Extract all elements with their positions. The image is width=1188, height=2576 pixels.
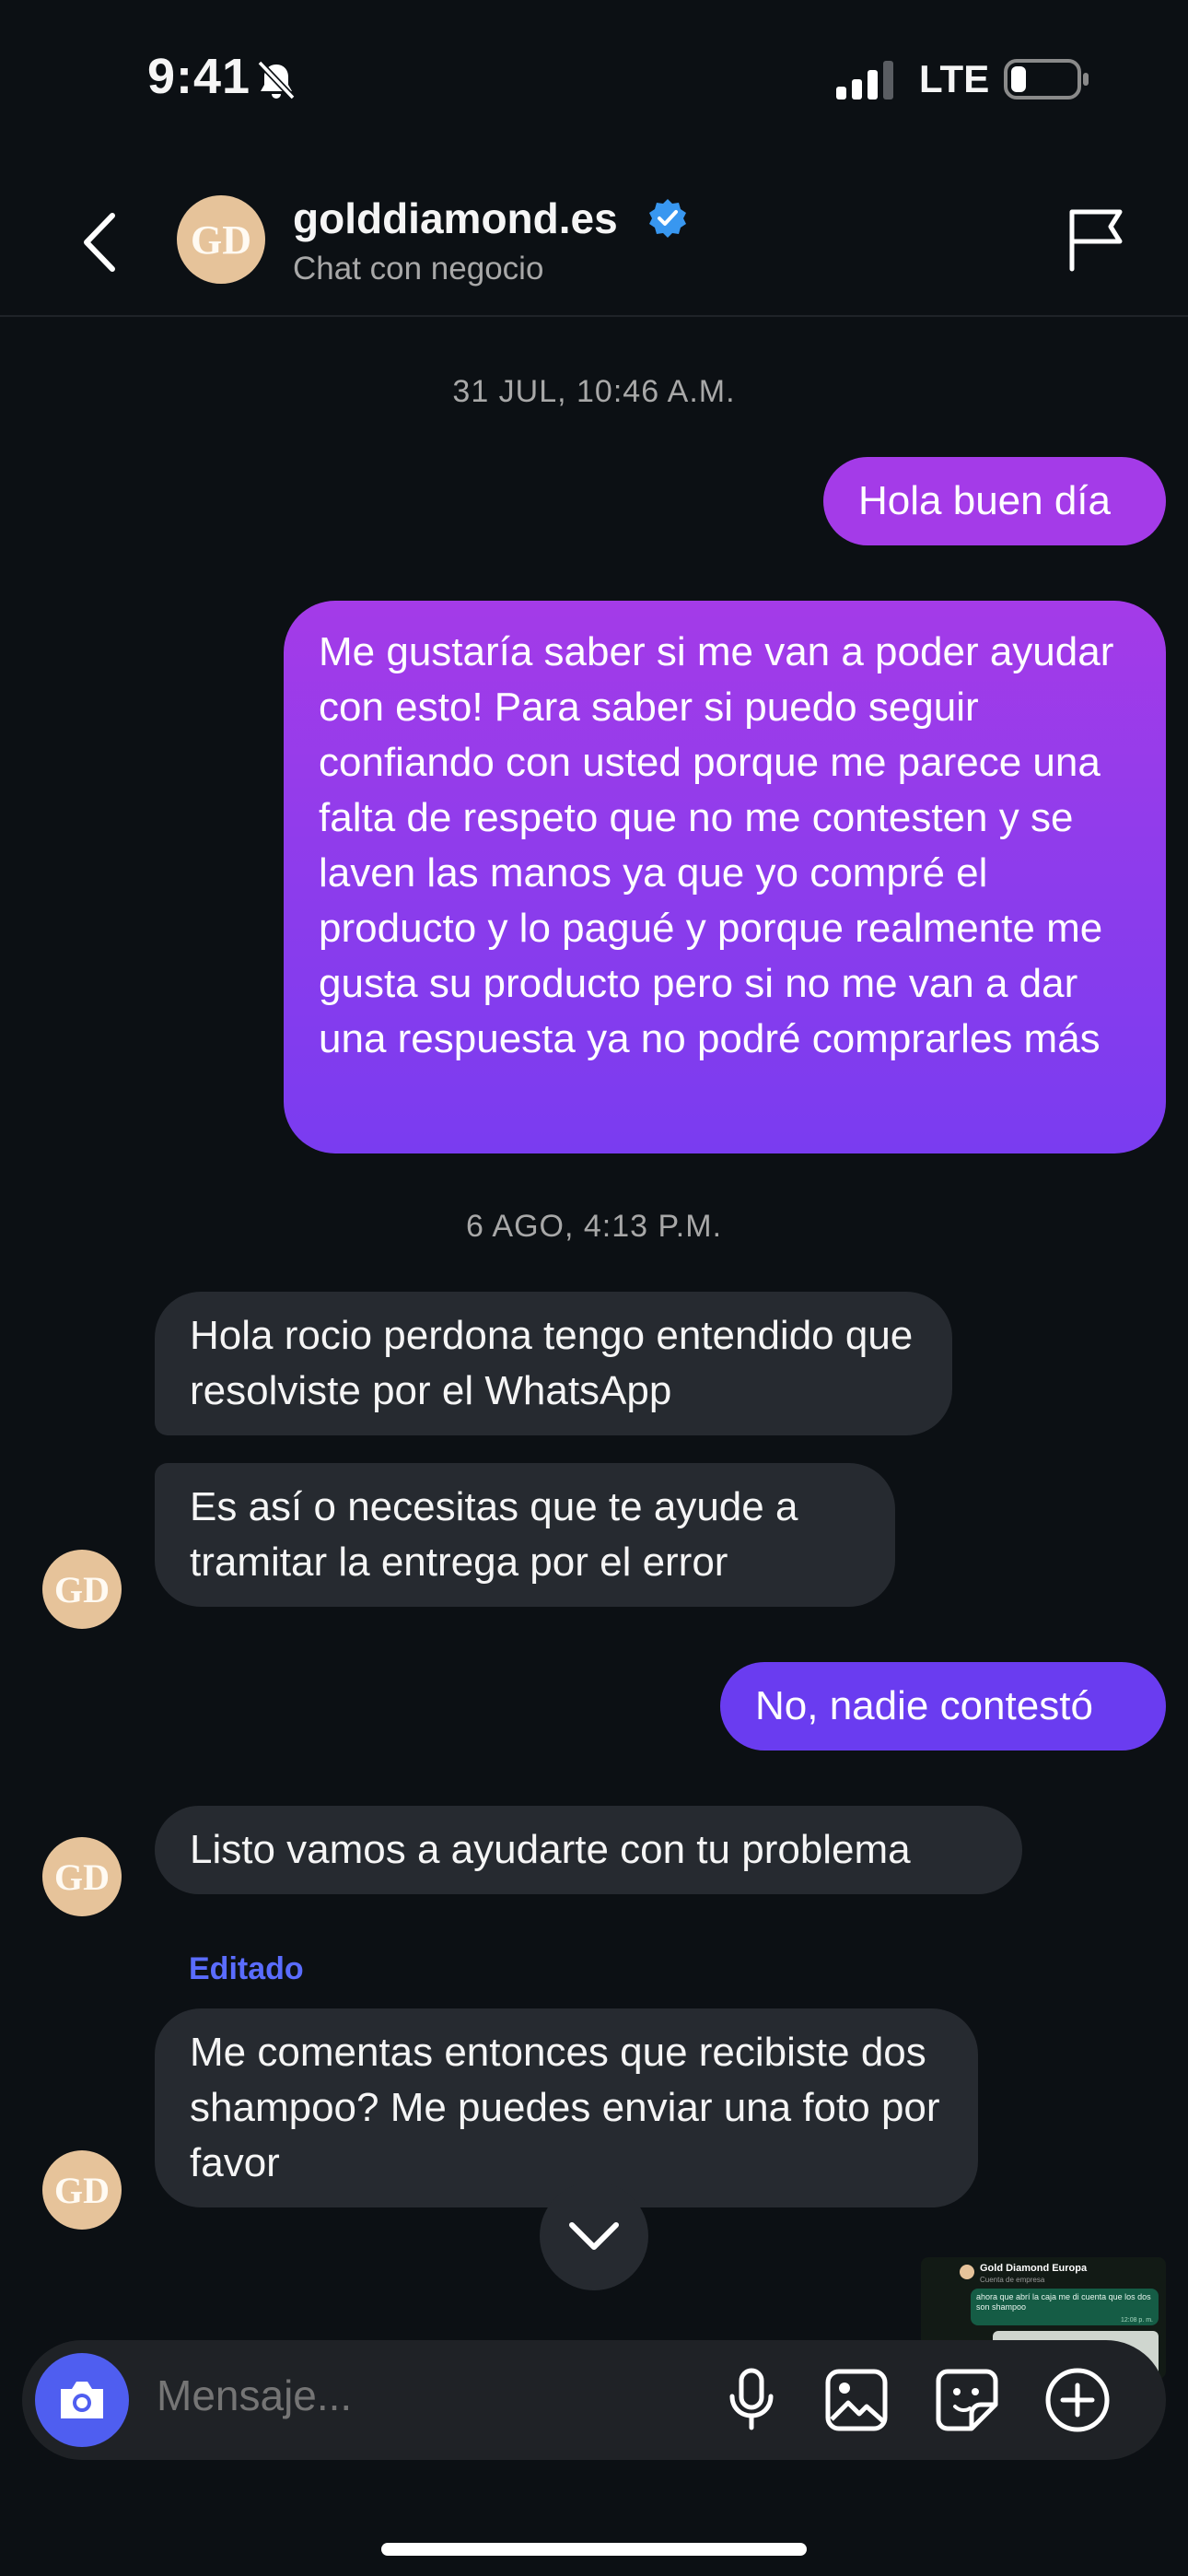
microphone-button[interactable] — [716, 2364, 786, 2436]
preview-avatar — [960, 2265, 974, 2279]
back-chevron-icon[interactable] — [77, 210, 123, 275]
sender-avatar[interactable]: GD — [42, 2150, 122, 2230]
preview-title: Gold Diamond Europa — [980, 2263, 1088, 2274]
header-avatar[interactable]: GD — [177, 195, 265, 284]
camera-icon — [61, 2382, 103, 2418]
timestamp: 31 JUL, 10:46 A.M. — [452, 374, 736, 409]
chat-subtitle: Chat con negocio — [293, 251, 544, 287]
outgoing-message[interactable]: Hola buen día — [823, 457, 1166, 545]
preview-bubble: ahora que abrí la caja me di cuenta que … — [971, 2289, 1159, 2325]
message-input[interactable] — [155, 2370, 674, 2421]
microphone-icon — [729, 2368, 774, 2430]
status-time: 9:41 — [147, 49, 251, 104]
signal-icon — [836, 61, 893, 100]
plus-button[interactable] — [1039, 2364, 1116, 2436]
sticker-button[interactable] — [928, 2364, 1006, 2436]
sender-avatar[interactable]: GD — [42, 1837, 122, 1916]
plus-circle-icon — [1045, 2368, 1110, 2432]
incoming-message[interactable]: Listo vamos a ayudarte con tu problema — [155, 1806, 1022, 1894]
outgoing-message[interactable]: Me gustaría saber si me van a poder ayud… — [284, 601, 1166, 1153]
timestamp: 6 AGO, 4:13 P.M. — [465, 1209, 723, 1244]
chevron-down-icon — [569, 2222, 619, 2250]
bell-slash-icon — [257, 60, 296, 100]
verified-badge-icon — [649, 199, 686, 238]
battery-icon — [1004, 59, 1089, 100]
incoming-message[interactable]: Es así o necesitas que te ayude a tramit… — [155, 1463, 895, 1607]
preview-message: ahora que abrí la caja me di cuenta que … — [976, 2292, 1151, 2312]
preview-time: 12:08 p. m. — [1120, 2317, 1153, 2324]
camera-button[interactable] — [35, 2353, 129, 2447]
home-indicator[interactable] — [381, 2543, 807, 2556]
sticker-icon — [936, 2369, 998, 2431]
incoming-message[interactable]: Hola rocio perdona tengo entendido que r… — [155, 1292, 952, 1435]
preview-subtitle: Cuenta de empresa — [980, 2276, 1045, 2284]
flag-icon[interactable] — [1066, 206, 1127, 273]
outgoing-message[interactable]: No, nadie contestó — [720, 1662, 1166, 1751]
incoming-message[interactable]: Me comentas entonces que recibiste dos s… — [155, 2008, 978, 2207]
chat-username[interactable]: golddiamond.es — [293, 193, 618, 243]
scroll-to-bottom-button[interactable] — [540, 2182, 648, 2290]
edited-label: Editado — [189, 1951, 304, 1986]
gallery-button[interactable] — [818, 2364, 895, 2436]
sender-avatar[interactable]: GD — [42, 1550, 122, 1629]
gallery-icon — [825, 2369, 888, 2431]
header-divider — [0, 315, 1188, 317]
network-label: LTE — [919, 57, 990, 100]
